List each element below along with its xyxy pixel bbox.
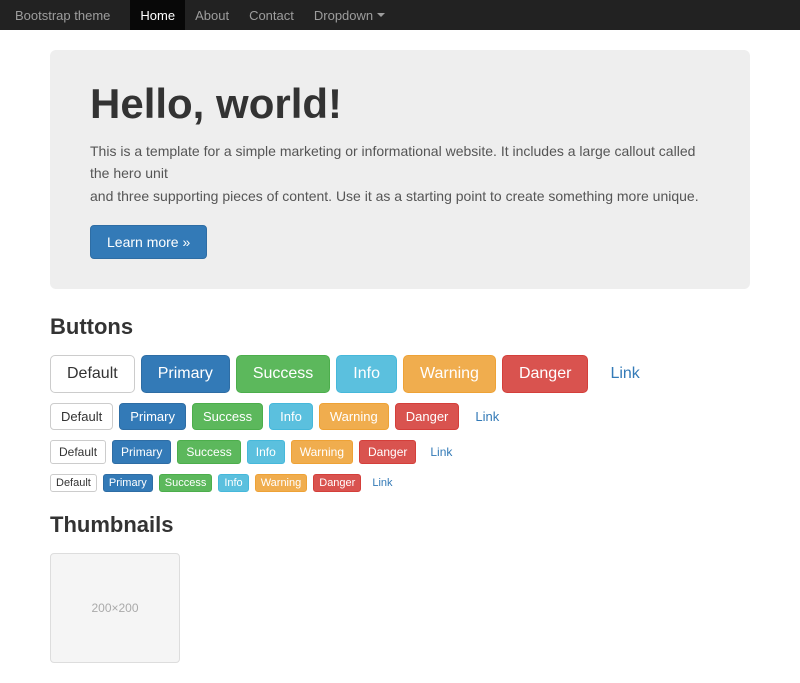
button-row-sm: Default Primary Success Info Warning Dan… <box>50 440 750 464</box>
nav-item-dropdown[interactable]: Dropdown <box>304 0 395 30</box>
hero-heading: Hello, world! <box>90 80 710 128</box>
learn-more-button[interactable]: Learn more » <box>90 225 207 259</box>
nav-dropdown-label: Dropdown <box>314 8 373 23</box>
hero-body: This is a template for a simple marketin… <box>90 140 710 207</box>
btn-info-xs[interactable]: Info <box>218 474 248 492</box>
btn-default-lg[interactable]: Default <box>50 355 135 393</box>
btn-info-md[interactable]: Info <box>269 403 313 430</box>
btn-link-sm[interactable]: Link <box>422 441 460 463</box>
btn-primary-sm[interactable]: Primary <box>112 440 171 464</box>
btn-success-sm[interactable]: Success <box>177 440 240 464</box>
btn-info-sm[interactable]: Info <box>247 440 285 464</box>
thumbnail-item: 200×200 <box>50 553 180 663</box>
btn-default-sm[interactable]: Default <box>50 440 106 464</box>
navbar-brand[interactable]: Bootstrap theme <box>15 8 110 23</box>
buttons-title: Buttons <box>50 314 750 340</box>
main-container: Hello, world! This is a template for a s… <box>35 30 765 683</box>
thumbnail-label: 200×200 <box>91 601 138 615</box>
btn-link-lg[interactable]: Link <box>594 356 655 392</box>
btn-default-xs[interactable]: Default <box>50 474 97 492</box>
btn-link-xs[interactable]: Link <box>367 475 397 491</box>
button-row-md: Default Primary Success Info Warning Dan… <box>50 403 750 430</box>
navbar: Bootstrap theme Home About Contact Dropd… <box>0 0 800 30</box>
btn-primary-md[interactable]: Primary <box>119 403 186 430</box>
btn-warning-xs[interactable]: Warning <box>255 474 308 492</box>
btn-warning-lg[interactable]: Warning <box>403 355 496 393</box>
thumbnails-section: Thumbnails 200×200 <box>50 512 750 663</box>
buttons-section: Buttons Default Primary Success Info War… <box>50 314 750 492</box>
btn-danger-sm[interactable]: Danger <box>359 440 416 464</box>
button-row-lg: Default Primary Success Info Warning Dan… <box>50 355 750 393</box>
btn-default-md[interactable]: Default <box>50 403 113 430</box>
nav-item-home[interactable]: Home <box>130 0 185 30</box>
btn-success-xs[interactable]: Success <box>159 474 213 492</box>
btn-info-lg[interactable]: Info <box>336 355 397 393</box>
btn-success-lg[interactable]: Success <box>236 355 330 393</box>
btn-warning-sm[interactable]: Warning <box>291 440 353 464</box>
dropdown-caret-icon <box>377 13 385 17</box>
btn-danger-md[interactable]: Danger <box>395 403 460 430</box>
nav-item-about[interactable]: About <box>185 0 239 30</box>
button-row-xs: Default Primary Success Info Warning Dan… <box>50 474 750 492</box>
jumbotron: Hello, world! This is a template for a s… <box>50 50 750 289</box>
btn-primary-xs[interactable]: Primary <box>103 474 153 492</box>
thumbnails-title: Thumbnails <box>50 512 750 538</box>
btn-link-md[interactable]: Link <box>465 404 509 429</box>
nav-item-contact[interactable]: Contact <box>239 0 304 30</box>
btn-warning-md[interactable]: Warning <box>319 403 389 430</box>
btn-success-md[interactable]: Success <box>192 403 263 430</box>
nav-items: Home About Contact Dropdown <box>130 0 395 30</box>
btn-primary-lg[interactable]: Primary <box>141 355 230 393</box>
btn-danger-lg[interactable]: Danger <box>502 355 588 393</box>
btn-danger-xs[interactable]: Danger <box>313 474 361 492</box>
